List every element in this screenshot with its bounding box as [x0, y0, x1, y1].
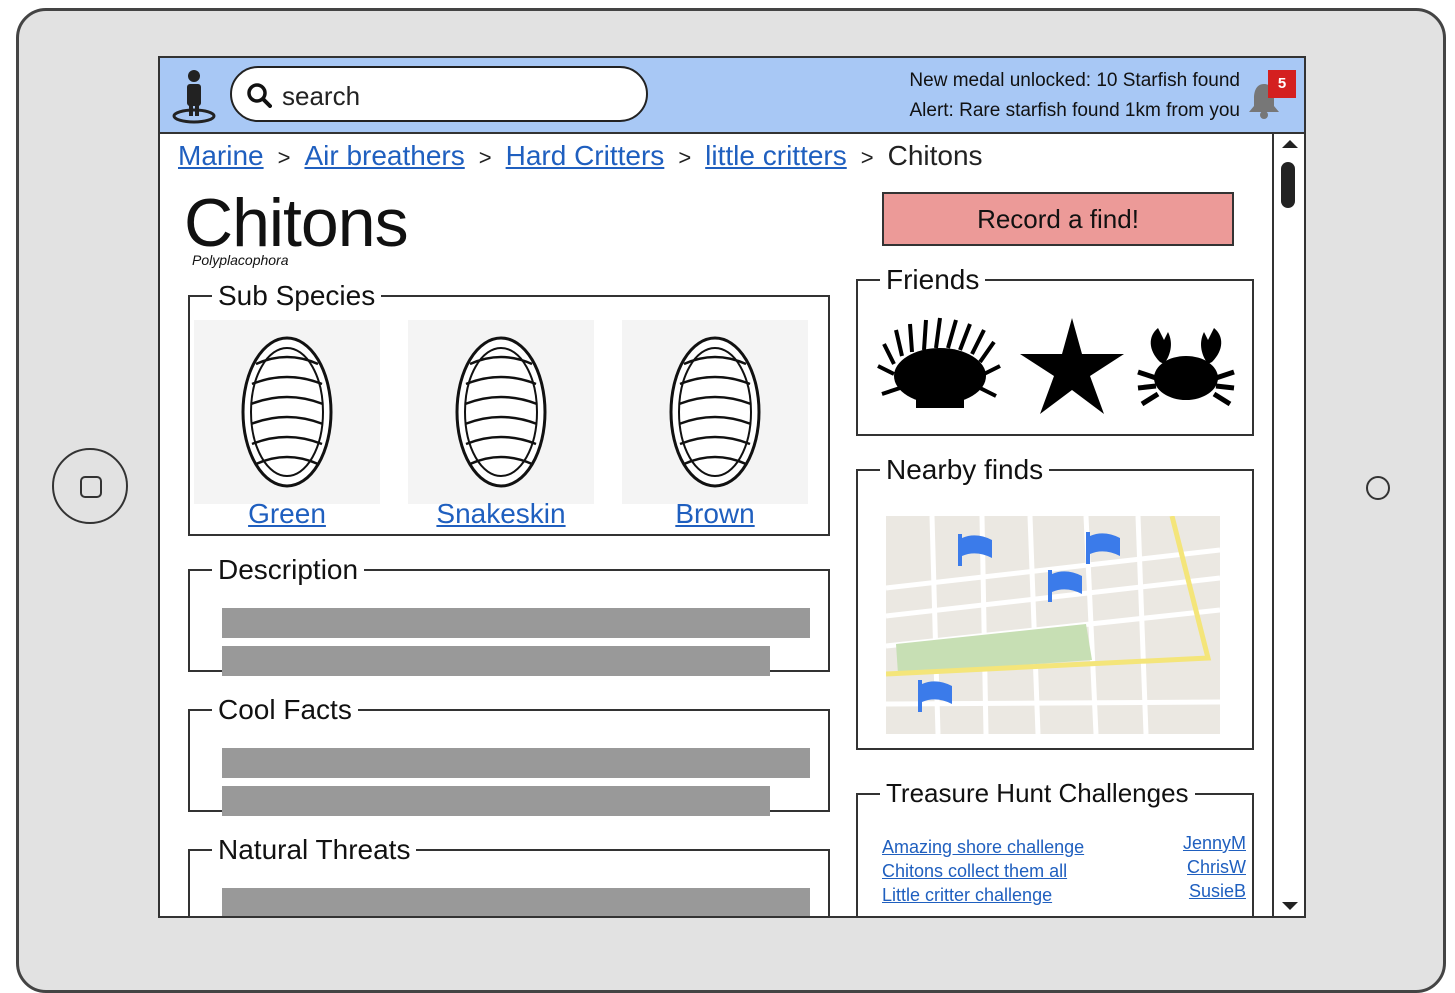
cool-facts-panel: Cool Facts: [188, 694, 830, 816]
sub-species-legend: Sub Species: [218, 280, 376, 311]
user-link[interactable]: JennyM: [1183, 831, 1246, 855]
home-square-icon: [80, 476, 102, 498]
breadcrumb-link-marine[interactable]: Marine: [178, 140, 264, 171]
nearby-finds-legend: Nearby finds: [886, 454, 1044, 485]
description-text-line: [222, 608, 810, 638]
record-find-button[interactable]: Record a find!: [882, 192, 1234, 246]
treasure-hunt-legend: Treasure Hunt Challenges: [886, 778, 1189, 808]
species-card-green[interactable]: Green: [194, 320, 380, 536]
treasure-hunt-panel: Treasure Hunt Challenges Amazing shore c…: [856, 778, 1254, 916]
chiton-icon: [669, 336, 761, 488]
search-input[interactable]: search: [230, 66, 648, 122]
species-card-brown[interactable]: Brown: [622, 320, 808, 536]
friends-icons: [877, 317, 1235, 414]
app-screen: search New medal unlocked: 10 Starfish f…: [158, 56, 1306, 918]
natural-threats-text-line: [222, 888, 810, 916]
description-legend: Description: [218, 554, 359, 585]
chiton-image: [408, 320, 594, 504]
rare-find-alert[interactable]: Alert: Rare starfish found 1km from you: [909, 96, 1240, 126]
starfish-icon[interactable]: [1020, 318, 1124, 414]
scroll-thumb[interactable]: [1281, 162, 1295, 208]
breadcrumb-current: Chitons: [887, 140, 983, 171]
search-placeholder: search: [282, 81, 361, 111]
top-bar: search New medal unlocked: 10 Starfish f…: [160, 58, 1304, 134]
user-location-icon[interactable]: [170, 68, 218, 124]
crab-icon[interactable]: [1137, 328, 1235, 407]
user-link[interactable]: ChrisW: [1183, 855, 1246, 879]
chiton-image: [194, 320, 380, 504]
challenge-link[interactable]: Chitons collect them all: [882, 859, 1084, 883]
sea-anemone-icon[interactable]: [877, 317, 1001, 408]
nearby-map[interactable]: [886, 516, 1220, 734]
chiton-icon: [455, 336, 547, 488]
challenge-users: JennyM ChrisW SusieB: [1183, 831, 1246, 903]
scroll-up-arrow-icon[interactable]: [1282, 140, 1298, 148]
nearby-finds-panel: Nearby finds: [856, 454, 1254, 750]
breadcrumb-link-hard-critters[interactable]: Hard Critters: [506, 140, 665, 171]
species-link-snakeskin[interactable]: Snakeskin: [408, 498, 594, 530]
alerts-area: New medal unlocked: 10 Starfish found Al…: [909, 66, 1240, 126]
breadcrumb-link-air-breathers[interactable]: Air breathers: [304, 140, 464, 171]
breadcrumb-separator: >: [277, 145, 291, 170]
cool-facts-legend: Cool Facts: [218, 694, 352, 725]
challenge-list: Amazing shore challenge Chitons collect …: [882, 835, 1084, 907]
sub-species-panel: Sub Species Green Snakeskin Brown: [188, 280, 830, 536]
notification-count-badge: 5: [1268, 70, 1296, 98]
scroll-down-arrow-icon[interactable]: [1282, 902, 1298, 910]
challenge-link[interactable]: Amazing shore challenge: [882, 835, 1084, 859]
cool-facts-text-line: [222, 748, 810, 778]
natural-threats-legend: Natural Threats: [218, 834, 411, 865]
breadcrumb-link-little-critters[interactable]: little critters: [705, 140, 847, 171]
breadcrumb-separator: >: [678, 145, 692, 170]
chiton-icon: [241, 336, 333, 488]
cool-facts-text-line: [222, 786, 770, 816]
chiton-image: [622, 320, 808, 504]
challenge-link[interactable]: Little critter challenge: [882, 883, 1084, 907]
medal-alert[interactable]: New medal unlocked: 10 Starfish found: [909, 66, 1240, 96]
user-link[interactable]: SusieB: [1183, 879, 1246, 903]
species-link-brown[interactable]: Brown: [622, 498, 808, 530]
friends-panel: Friends: [856, 264, 1254, 436]
species-link-green[interactable]: Green: [194, 498, 380, 530]
vertical-scrollbar[interactable]: [1272, 134, 1304, 916]
description-text-line: [222, 646, 770, 676]
page-title: Chitons: [184, 185, 409, 261]
search-icon: [247, 83, 272, 108]
natural-threats-panel: Natural Threats: [188, 834, 830, 916]
breadcrumb: Marine > Air breathers > Hard Critters > littl…: [178, 140, 983, 172]
camera-icon: [1366, 476, 1390, 500]
description-panel: Description: [188, 554, 830, 676]
species-card-snakeskin[interactable]: Snakeskin: [408, 320, 594, 536]
home-button[interactable]: [52, 448, 128, 524]
friends-legend: Friends: [886, 264, 980, 295]
breadcrumb-separator: >: [478, 145, 492, 170]
scientific-name: Polyplacophora: [192, 252, 289, 268]
breadcrumb-separator: >: [860, 145, 874, 170]
